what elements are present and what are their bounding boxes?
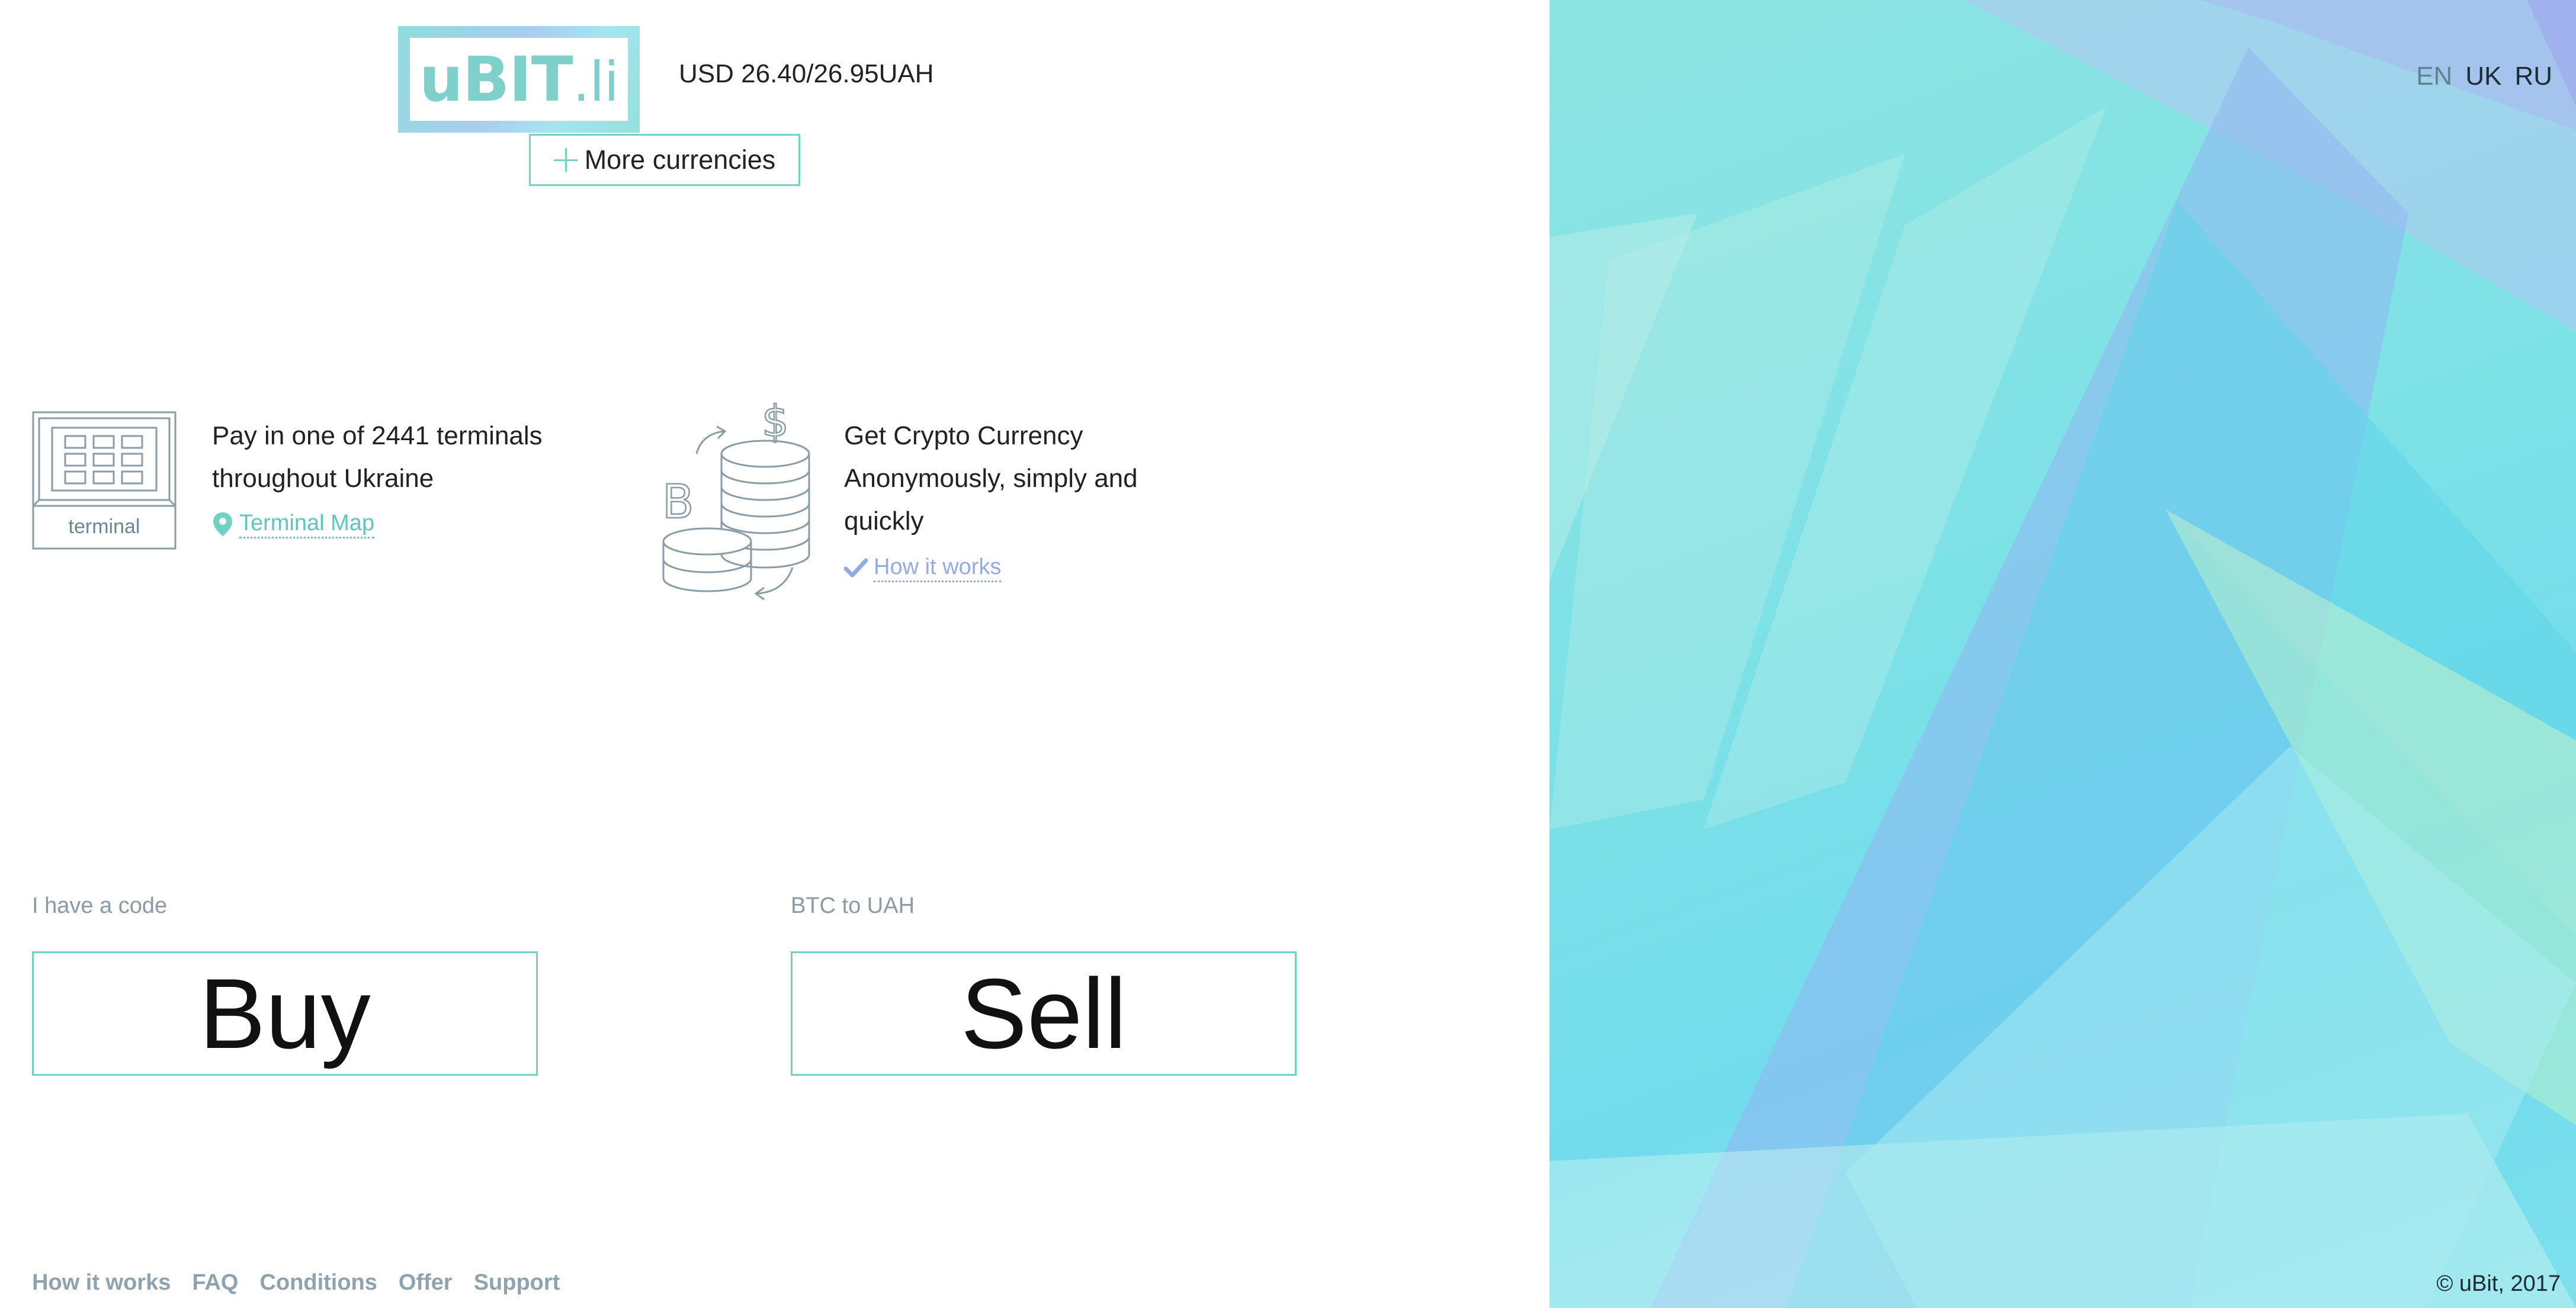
language-switcher: EN UK RU — [2416, 62, 2552, 91]
copyright: © uBit, 2017 — [2436, 1271, 2561, 1296]
footer-nav: How it works FAQ Conditions Offer Suppor… — [32, 1270, 560, 1296]
lang-ru[interactable]: RU — [2514, 62, 2552, 91]
buy-caption: I have a code — [32, 893, 168, 918]
crypto-feature-line3: quickly — [844, 506, 924, 536]
logo[interactable]: uBIT.li — [398, 26, 640, 133]
how-it-works-link[interactable]: How it works — [874, 553, 1002, 582]
decorative-panel: EN UK RU © uBit, 2017 — [1550, 0, 2576, 1308]
svg-text:$: $ — [762, 396, 789, 446]
footer-link-support[interactable]: Support — [474, 1270, 560, 1296]
terminal-map-link[interactable]: Terminal Map — [239, 509, 375, 538]
crypto-feature-text: Get Crypto Currency Anonymously, simply … — [844, 415, 1138, 543]
buy-button[interactable]: Buy — [32, 951, 538, 1076]
coins-exchange-icon: $ B — [662, 396, 810, 601]
footer-link-faq[interactable]: FAQ — [192, 1270, 238, 1296]
crypto-feature-line2: Anonymously, simply and — [844, 464, 1138, 493]
terminal-icon-caption: terminal — [68, 515, 140, 538]
exchange-rate: USD 26.40/26.95UAH — [679, 59, 934, 88]
main-pane: uBIT.li USD 26.40/26.95UAH More currenci… — [0, 0, 1550, 1308]
more-currencies-label: More currencies — [584, 145, 776, 175]
background-polygons — [1550, 0, 2576, 1308]
checkmark-icon — [844, 558, 868, 577]
logo-suffix: .li — [572, 50, 619, 114]
crypto-feature-line1: Get Crypto Currency — [844, 421, 1083, 450]
how-it-works-link-row: How it works — [844, 553, 1002, 582]
svg-text:B: B — [662, 476, 694, 529]
lang-uk[interactable]: UK — [2465, 62, 2501, 91]
footer-link-how-it-works[interactable]: How it works — [32, 1270, 171, 1296]
plus-icon — [553, 148, 578, 172]
sell-button[interactable]: Sell — [791, 951, 1297, 1076]
terminal-feature-line1: Pay in one of 2441 terminals — [212, 421, 543, 450]
terminal-map-link-row: Terminal Map — [212, 509, 375, 538]
map-pin-icon — [213, 512, 232, 536]
lang-en[interactable]: EN — [2416, 62, 2452, 91]
sell-caption: BTC to UAH — [791, 893, 915, 918]
terminal-feature-text: Pay in one of 2441 terminals throughout … — [212, 415, 543, 500]
footer-link-offer[interactable]: Offer — [399, 1270, 453, 1296]
footer-link-conditions[interactable]: Conditions — [260, 1270, 377, 1296]
more-currencies-button[interactable]: More currencies — [529, 134, 800, 186]
logo-text: uBIT — [419, 43, 573, 116]
terminal-feature-line2: throughout Ukraine — [212, 464, 434, 493]
